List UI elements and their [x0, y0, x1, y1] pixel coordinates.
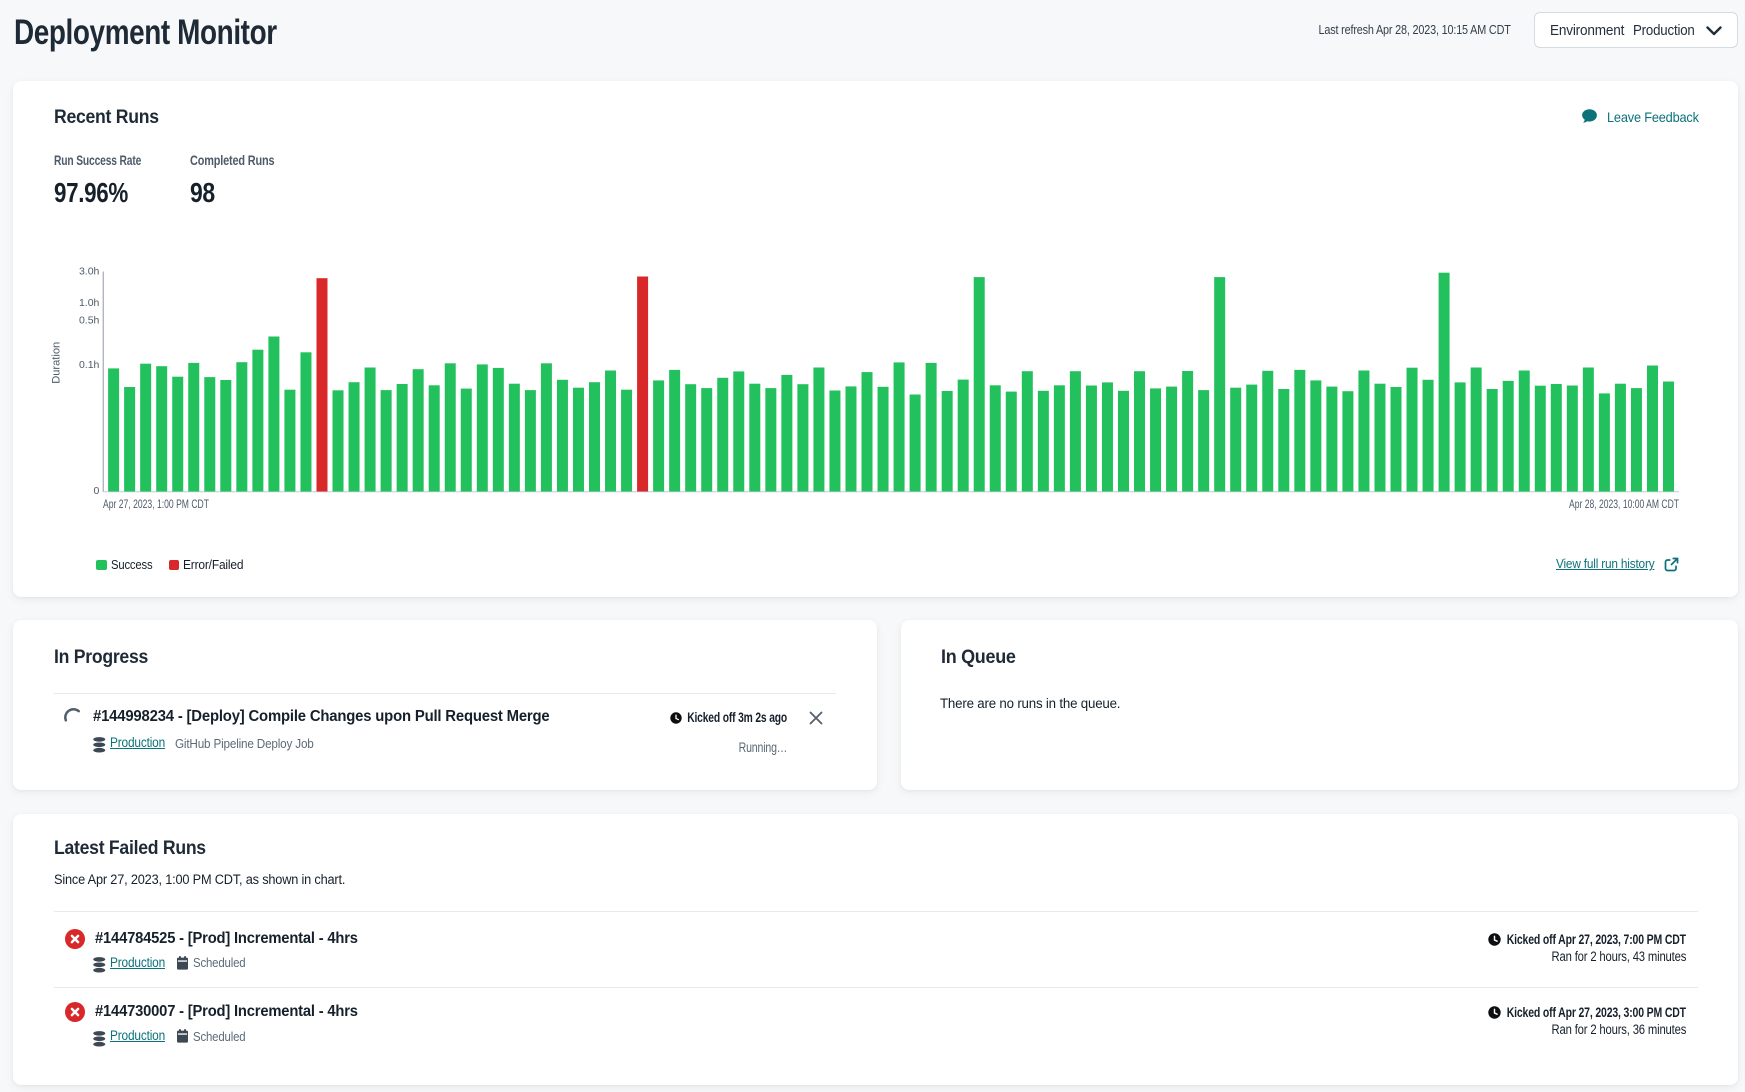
svg-text:Apr 28, 2023, 10:00 AM CDT: Apr 28, 2023, 10:00 AM CDT — [1569, 497, 1679, 511]
svg-text:0.5h: 0.5h — [79, 315, 100, 327]
svg-text:1.0h: 1.0h — [79, 297, 100, 309]
svg-text:0: 0 — [94, 485, 100, 497]
svg-text:Apr 27, 2023, 1:00 PM CDT: Apr 27, 2023, 1:00 PM CDT — [103, 497, 209, 511]
svg-text:3.0h: 3.0h — [79, 265, 100, 277]
svg-text:Duration: Duration — [50, 342, 62, 384]
svg-text:0.1h: 0.1h — [79, 359, 100, 371]
